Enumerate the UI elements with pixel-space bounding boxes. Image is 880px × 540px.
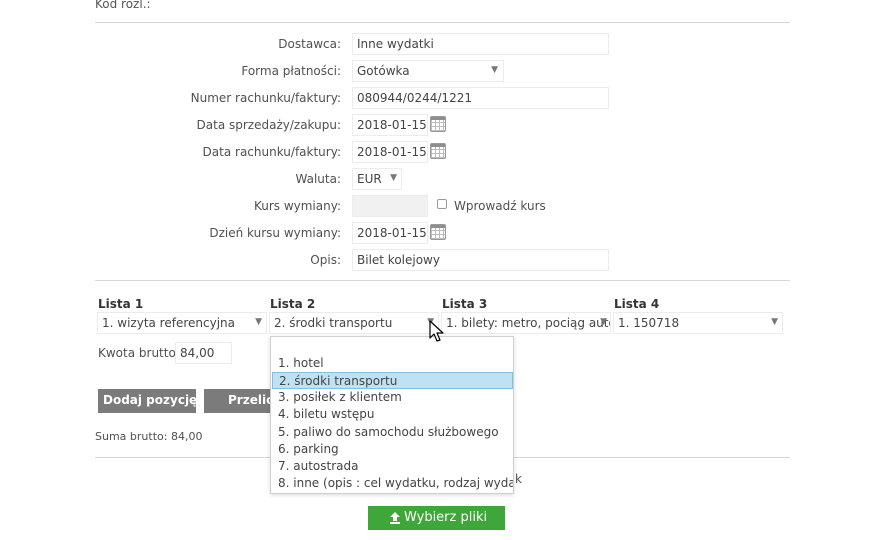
waluta-value: EUR <box>357 172 382 186</box>
lista-1-label: Lista 1 <box>98 297 144 311</box>
dzien-kursu-field[interactable]: 2018-01-15 <box>352 222 428 244</box>
divider-top <box>95 22 790 23</box>
suma-brutto-label: Suma brutto: <box>95 430 168 443</box>
lista-1-value: 1. wizyta referencyjna <box>102 316 235 330</box>
dropdown-option[interactable]: 1. hotel <box>272 355 513 372</box>
dodaj-pozycje-button[interactable]: Dodaj pozycję <box>98 389 196 413</box>
numer-label: Numer rachunku/faktury: <box>190 91 341 105</box>
lista-3-label: Lista 3 <box>442 297 488 311</box>
dropdown-arrow-icon: ▼ <box>771 317 778 327</box>
suma-brutto: Suma brutto: 84,00 <box>95 430 202 443</box>
lista-3-value: 1. bilety: metro, pociąg autob <box>446 316 611 330</box>
lista-4-value: 1. 150718 <box>618 316 680 330</box>
waluta-label: Waluta: <box>295 172 342 186</box>
dropdown-arrow-icon: ▼ <box>600 317 607 327</box>
dropdown-option[interactable]: 5. paliwo do samochodu służbowego <box>272 424 513 441</box>
lista-1-select[interactable]: 1. wizyta referencyjna ▼ <box>97 312 267 334</box>
mouse-cursor-icon <box>429 320 444 342</box>
dzien-kursu-label: Dzień kursu wymiany: <box>209 226 341 240</box>
lista-2-label: Lista 2 <box>270 297 316 311</box>
dropdown-option-selected[interactable]: 2. środki transportu <box>272 372 513 389</box>
przelicz-button[interactable]: Przelicz <box>204 389 274 413</box>
kurs-label: Kurs wymiany: <box>253 199 341 213</box>
dropdown-arrow-icon: ▼ <box>255 317 262 327</box>
data-sprzedazy-field[interactable]: 2018-01-15 <box>352 114 428 136</box>
calendar-icon[interactable] <box>430 116 446 132</box>
dostawca-field[interactable]: Inne wydatki <box>352 33 609 55</box>
upload-icon <box>390 512 400 524</box>
lista-2-value: 2. środki transportu <box>274 316 393 330</box>
wybierz-pliki-button[interactable]: Wybierz pliki <box>368 506 505 530</box>
data-sprzedazy-label: Data sprzedaży/zakupu: <box>196 118 341 132</box>
numer-field[interactable]: 080944/0244/1221 <box>352 87 609 109</box>
waluta-select[interactable]: EUR ▼ <box>352 168 402 190</box>
forma-platnosci-select[interactable]: Gotówka ▼ <box>352 60 504 82</box>
lista-3-select[interactable]: 1. bilety: metro, pociąg autob ▼ <box>441 312 611 334</box>
dostawca-label: Dostawca: <box>278 37 341 51</box>
dropdown-option[interactable]: 7. autostrada <box>272 458 513 475</box>
dropdown-option[interactable]: 4. biletu wstępu <box>272 406 513 423</box>
opis-label: Opis: <box>310 253 341 267</box>
wprowadz-kurs-label: Wprowadź kurs <box>454 199 546 213</box>
data-rachunku-label: Data rachunku/faktury: <box>202 145 341 159</box>
lista-4-label: Lista 4 <box>614 297 660 311</box>
forma-platnosci-label: Forma płatności: <box>241 64 341 78</box>
lista-2-select[interactable]: 2. środki transportu ▼ <box>269 312 439 334</box>
lista-4-select[interactable]: 1. 150718 ▼ <box>613 312 783 334</box>
opis-field[interactable]: Bilet kolejowy <box>352 249 609 271</box>
divider-middle <box>95 280 790 281</box>
dropdown-option[interactable]: 8. inne (opis : cel wydatku, rodzaj wyda… <box>272 475 513 492</box>
dropdown-option[interactable]: 6. parking <box>272 441 513 458</box>
dropdown-option[interactable]: 3. posiłek z klientem <box>272 389 513 406</box>
kwota-brutto-label: Kwota brutto: <box>98 346 180 360</box>
kurs-field[interactable] <box>352 195 428 217</box>
calendar-icon[interactable] <box>430 224 446 240</box>
lista-2-dropdown-list[interactable]: 1. hotel 2. środki transportu 3. posiłek… <box>270 336 514 494</box>
data-rachunku-field[interactable]: 2018-01-15 <box>352 141 428 163</box>
partial-text: k <box>515 472 522 486</box>
dropdown-arrow-icon: ▼ <box>390 173 397 183</box>
wybierz-pliki-label: Wybierz pliki <box>404 510 488 525</box>
kwota-brutto-field[interactable]: 84,00 <box>175 342 232 364</box>
suma-brutto-value: 84,00 <box>170 430 203 443</box>
calendar-icon[interactable] <box>430 143 446 159</box>
kod-rozl-label: Kod rozl.: <box>95 0 151 11</box>
forma-platnosci-value: Gotówka <box>357 64 410 78</box>
dropdown-arrow-icon: ▼ <box>491 65 498 75</box>
wprowadz-kurs-checkbox[interactable] <box>437 199 447 209</box>
